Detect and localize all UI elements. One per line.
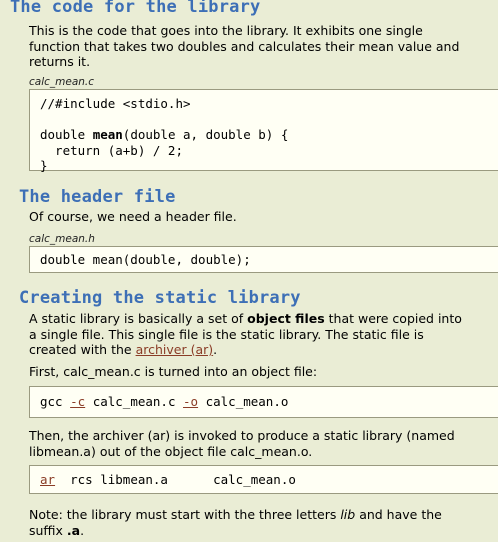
function-name: mean: [92, 127, 123, 142]
bold-term: .a: [66, 522, 81, 538]
code-text: rcs libmean.a calc_mean.o: [55, 472, 296, 487]
section-heading-library-code: The code for the library: [10, 0, 261, 17]
c-flag-link[interactable]: -c: [70, 394, 85, 409]
library-code-description: This is the code that goes into the libr…: [29, 23, 460, 69]
code-block-calc-mean-h: double mean(double, double);: [29, 246, 498, 273]
text-span: Note: the library must start with the th…: [29, 507, 341, 522]
bold-term: object files: [247, 311, 325, 326]
code-line: double mean(double, double);: [40, 252, 251, 267]
code-text: gcc: [40, 394, 71, 409]
code-line: (double a, double b) {: [122, 127, 289, 142]
code-caption-calc-mean-c: calc_mean.c: [29, 76, 95, 88]
archiver-link[interactable]: archiver (ar): [136, 342, 214, 357]
o-flag-link[interactable]: -o: [183, 394, 198, 409]
code-block-gcc-command: gcc -c calc_mean.c -o calc_mean.o: [29, 386, 498, 418]
archiver-description: Then, the archiver (ar) is invoked to pr…: [29, 428, 455, 459]
code-block-calc-mean-c: //#include <stdio.h> double mean(double …: [29, 89, 498, 173]
document-page: The code for the library This is the cod…: [0, 0, 498, 542]
code-line: //#include <stdio.h>: [40, 96, 191, 111]
code-text: calc_mean.c: [85, 394, 184, 409]
header-file-description: Of course, we need a header file.: [29, 209, 237, 224]
italic-term: lib: [340, 507, 356, 522]
code-line: }: [40, 158, 48, 173]
code-text: calc_mean.o: [198, 394, 289, 409]
code-line: double: [40, 127, 93, 142]
code-line: return (a+b) / 2;: [40, 142, 183, 158]
text-span: A static library is basically a set of: [29, 311, 248, 326]
object-file-description: First, calc_mean.c is turned into an obj…: [29, 364, 318, 379]
code-block-ar-command: ar rcs libmean.a calc_mean.o: [29, 465, 498, 494]
static-library-description: A static library is basically a set of o…: [29, 311, 469, 358]
ar-link[interactable]: ar: [40, 472, 55, 487]
code-caption-calc-mean-h: calc_mean.h: [29, 233, 95, 245]
section-heading-header-file: The header file: [19, 187, 176, 207]
library-naming-note: Note: the library must start with the th…: [29, 507, 469, 538]
section-heading-static-library: Creating the static library: [19, 288, 301, 308]
text-span: .: [213, 342, 218, 357]
text-span: .: [80, 522, 85, 538]
